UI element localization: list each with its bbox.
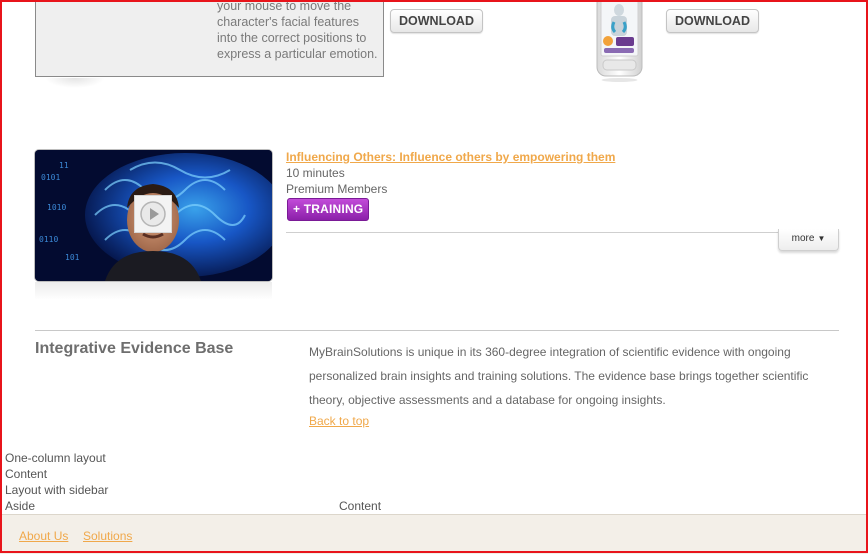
- svg-text:0110: 0110: [39, 235, 58, 244]
- svg-text:1010: 1010: [47, 203, 66, 212]
- svg-text:11: 11: [59, 161, 69, 170]
- training-button[interactable]: + TRAINING: [287, 198, 370, 221]
- footer-link-solutions[interactable]: Solutions: [83, 529, 132, 543]
- more-button[interactable]: more ▼: [778, 229, 839, 251]
- play-icon: [140, 201, 166, 227]
- game-description: your mouse to move the character's facia…: [217, 0, 378, 61]
- game-panel-shadow: [45, 78, 105, 88]
- layout-with-sidebar-label: Layout with sidebar: [5, 483, 109, 497]
- download-button-app[interactable]: DOWNLOAD: [666, 9, 759, 33]
- back-to-top-link[interactable]: Back to top: [309, 414, 369, 428]
- video-title-link[interactable]: Influencing Others: Influence others by …: [286, 150, 615, 164]
- video-duration: 10 minutes: [286, 166, 345, 180]
- video-row-divider: [286, 232, 839, 233]
- play-button[interactable]: [134, 195, 172, 233]
- phone-app-image: [596, 0, 643, 82]
- svg-text:101: 101: [65, 253, 80, 262]
- section-divider: [35, 330, 839, 331]
- one-column-layout-label: One-column layout: [5, 451, 106, 465]
- caret-down-icon: ▼: [817, 234, 826, 243]
- aside-label: Aside: [5, 499, 36, 513]
- sidebar-content-label: Content: [339, 499, 382, 513]
- svg-text:0101: 0101: [41, 173, 60, 182]
- content-label: Content: [5, 467, 48, 481]
- evidence-body: MyBrainSolutions is unique in its 360-de…: [309, 345, 809, 407]
- download-button-game[interactable]: DOWNLOAD: [390, 9, 483, 33]
- more-label: more: [791, 233, 815, 244]
- footer-link-about-us[interactable]: About Us: [19, 529, 68, 543]
- evidence-heading: Integrative Evidence Base: [35, 340, 234, 357]
- video-reflection: [35, 282, 272, 300]
- video-audience: Premium Members: [286, 182, 388, 196]
